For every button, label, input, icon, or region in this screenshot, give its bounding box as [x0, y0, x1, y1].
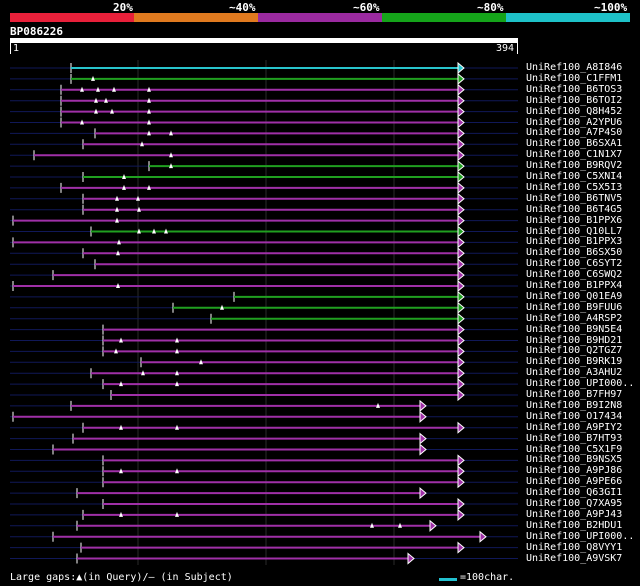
hit-link[interactable]: UniRef100_Q01EA9	[526, 291, 622, 302]
hit-end-arrow	[457, 367, 465, 380]
hit-end-arrow	[457, 247, 465, 260]
hit-end-arrow	[419, 399, 427, 412]
hit-link[interactable]: UniRef100_B9HD21	[526, 335, 622, 346]
hit-end-arrow	[457, 170, 465, 184]
hit-end-arrow	[457, 421, 465, 434]
hit-link[interactable]: UniRef100_UPI000..	[526, 531, 634, 542]
hit-link[interactable]: UniRef100_A7P4S0	[526, 127, 622, 138]
hit-end-arrow	[457, 236, 465, 249]
hit-end-arrow	[457, 541, 465, 554]
hit-link[interactable]: UniRef100_B9N5E4	[526, 324, 622, 335]
hit-link[interactable]: UniRef100_C5XNI4	[526, 171, 622, 182]
hit-end-arrow	[457, 214, 465, 227]
hit-link[interactable]: UniRef100_Q8VYY1	[526, 542, 622, 553]
hit-link[interactable]: UniRef100_B6TOS3	[526, 84, 622, 95]
hit-end-arrow	[457, 203, 465, 216]
hit-link[interactable]: UniRef100_B2HDU1	[526, 520, 622, 531]
hit-link[interactable]: UniRef100_A9VSK7	[526, 553, 622, 564]
hit-link[interactable]: UniRef100_A9PE66	[526, 476, 622, 487]
hit-link[interactable]: UniRef100_C6SYT2	[526, 258, 622, 269]
hit-end-arrow	[457, 454, 465, 467]
hit-end-arrow	[457, 160, 465, 173]
scale-bar	[439, 578, 457, 581]
hit-link[interactable]: UniRef100_Q2TGZ7	[526, 345, 622, 356]
hit-end-arrow	[457, 94, 465, 107]
hit-link[interactable]: UniRef100_Q7XA95	[526, 498, 622, 509]
hit-link[interactable]: UniRef100_O17434	[526, 411, 622, 422]
hit-link[interactable]: UniRef100_B9I2N8	[526, 400, 622, 411]
hit-end-arrow	[457, 83, 465, 96]
hit-link[interactable]: UniRef100_B9NSX5	[526, 454, 622, 465]
hit-end-arrow	[407, 552, 415, 565]
scale-text: =100char.	[460, 572, 515, 583]
hit-end-arrow	[457, 345, 465, 358]
hit-link[interactable]: UniRef100_Q8H452	[526, 106, 622, 117]
hit-link[interactable]: UniRef100_UPI000..	[526, 378, 634, 389]
hit-end-arrow	[457, 258, 465, 271]
hit-link[interactable]: UniRef100_B1PPX6	[526, 215, 622, 226]
hit-link[interactable]: UniRef100_C5X5I3	[526, 182, 622, 193]
hit-link[interactable]: UniRef100_A9PJ43	[526, 509, 622, 520]
hit-end-arrow	[457, 192, 465, 205]
hit-end-arrow	[479, 530, 487, 543]
hit-end-arrow	[457, 61, 465, 75]
hit-end-arrow	[419, 410, 427, 423]
hit-end-arrow	[457, 72, 465, 85]
hit-end-arrow	[457, 465, 465, 478]
hit-link[interactable]: UniRef100_B1PPX3	[526, 236, 622, 247]
hit-end-arrow	[457, 388, 465, 402]
hit-link[interactable]: UniRef100_A9PIY2	[526, 422, 622, 433]
hit-link[interactable]: UniRef100_B1PPX4	[526, 280, 622, 291]
hit-end-arrow	[419, 443, 427, 456]
hit-end-arrow	[457, 290, 465, 303]
hit-link[interactable]: UniRef100_B9RQV2	[526, 160, 622, 171]
hit-link[interactable]: UniRef100_C1N1X7	[526, 149, 622, 160]
hit-link[interactable]: UniRef100_A9PJ86	[526, 465, 622, 476]
hit-link[interactable]: UniRef100_B6T4G5	[526, 204, 622, 215]
hit-link[interactable]: UniRef100_A2YPU6	[526, 117, 622, 128]
hit-link[interactable]: UniRef100_A3AHU2	[526, 367, 622, 378]
hit-link[interactable]: UniRef100_B6SX50	[526, 247, 622, 258]
hit-end-arrow	[429, 519, 437, 532]
hit-end-arrow	[419, 432, 427, 445]
hit-link[interactable]: UniRef100_B9RK19	[526, 356, 622, 367]
hit-link[interactable]: UniRef100_B7HT93	[526, 433, 622, 444]
hit-end-arrow	[457, 127, 465, 140]
hit-end-arrow	[457, 312, 465, 325]
hit-end-arrow	[457, 269, 465, 282]
hit-link[interactable]: UniRef100_B6SXA1	[526, 138, 622, 149]
hit-end-arrow	[457, 225, 465, 238]
hit-end-arrow	[457, 105, 465, 118]
hit-link[interactable]: UniRef100_C6SWQ2	[526, 269, 622, 280]
hit-end-arrow	[457, 378, 465, 391]
hit-end-arrow	[457, 181, 465, 194]
hit-link[interactable]: UniRef100_B7FH97	[526, 389, 622, 400]
hit-link[interactable]: UniRef100_A4RSP2	[526, 313, 622, 324]
hit-end-arrow	[457, 116, 465, 129]
hit-end-arrow	[457, 476, 465, 489]
hit-link[interactable]: UniRef100_Q63GI1	[526, 487, 622, 498]
hit-end-arrow	[457, 497, 465, 511]
hit-link[interactable]: UniRef100_B9FUU6	[526, 302, 622, 313]
hit-end-arrow	[457, 356, 465, 369]
hit-link[interactable]: UniRef100_B6TOI2	[526, 95, 622, 106]
hit-end-arrow	[457, 149, 465, 162]
hit-end-arrow	[457, 279, 465, 293]
hit-end-arrow	[457, 138, 465, 151]
hit-end-arrow	[457, 301, 465, 314]
hit-link[interactable]: UniRef100_C1FFM1	[526, 73, 622, 84]
hit-end-arrow	[419, 487, 427, 500]
hit-end-arrow	[457, 323, 465, 336]
hit-end-arrow	[457, 334, 465, 347]
hit-link[interactable]: UniRef100_B6TNV5	[526, 193, 622, 204]
gap-legend-text: Large gaps:▲(in Query)/— (in Subject)	[10, 572, 233, 583]
hit-end-arrow	[457, 508, 465, 521]
hit-link[interactable]: UniRef100_Q10LL7	[526, 226, 622, 237]
hit-link[interactable]: UniRef100_C5X1F9	[526, 444, 622, 455]
hit-link[interactable]: UniRef100_A8I846	[526, 62, 622, 73]
